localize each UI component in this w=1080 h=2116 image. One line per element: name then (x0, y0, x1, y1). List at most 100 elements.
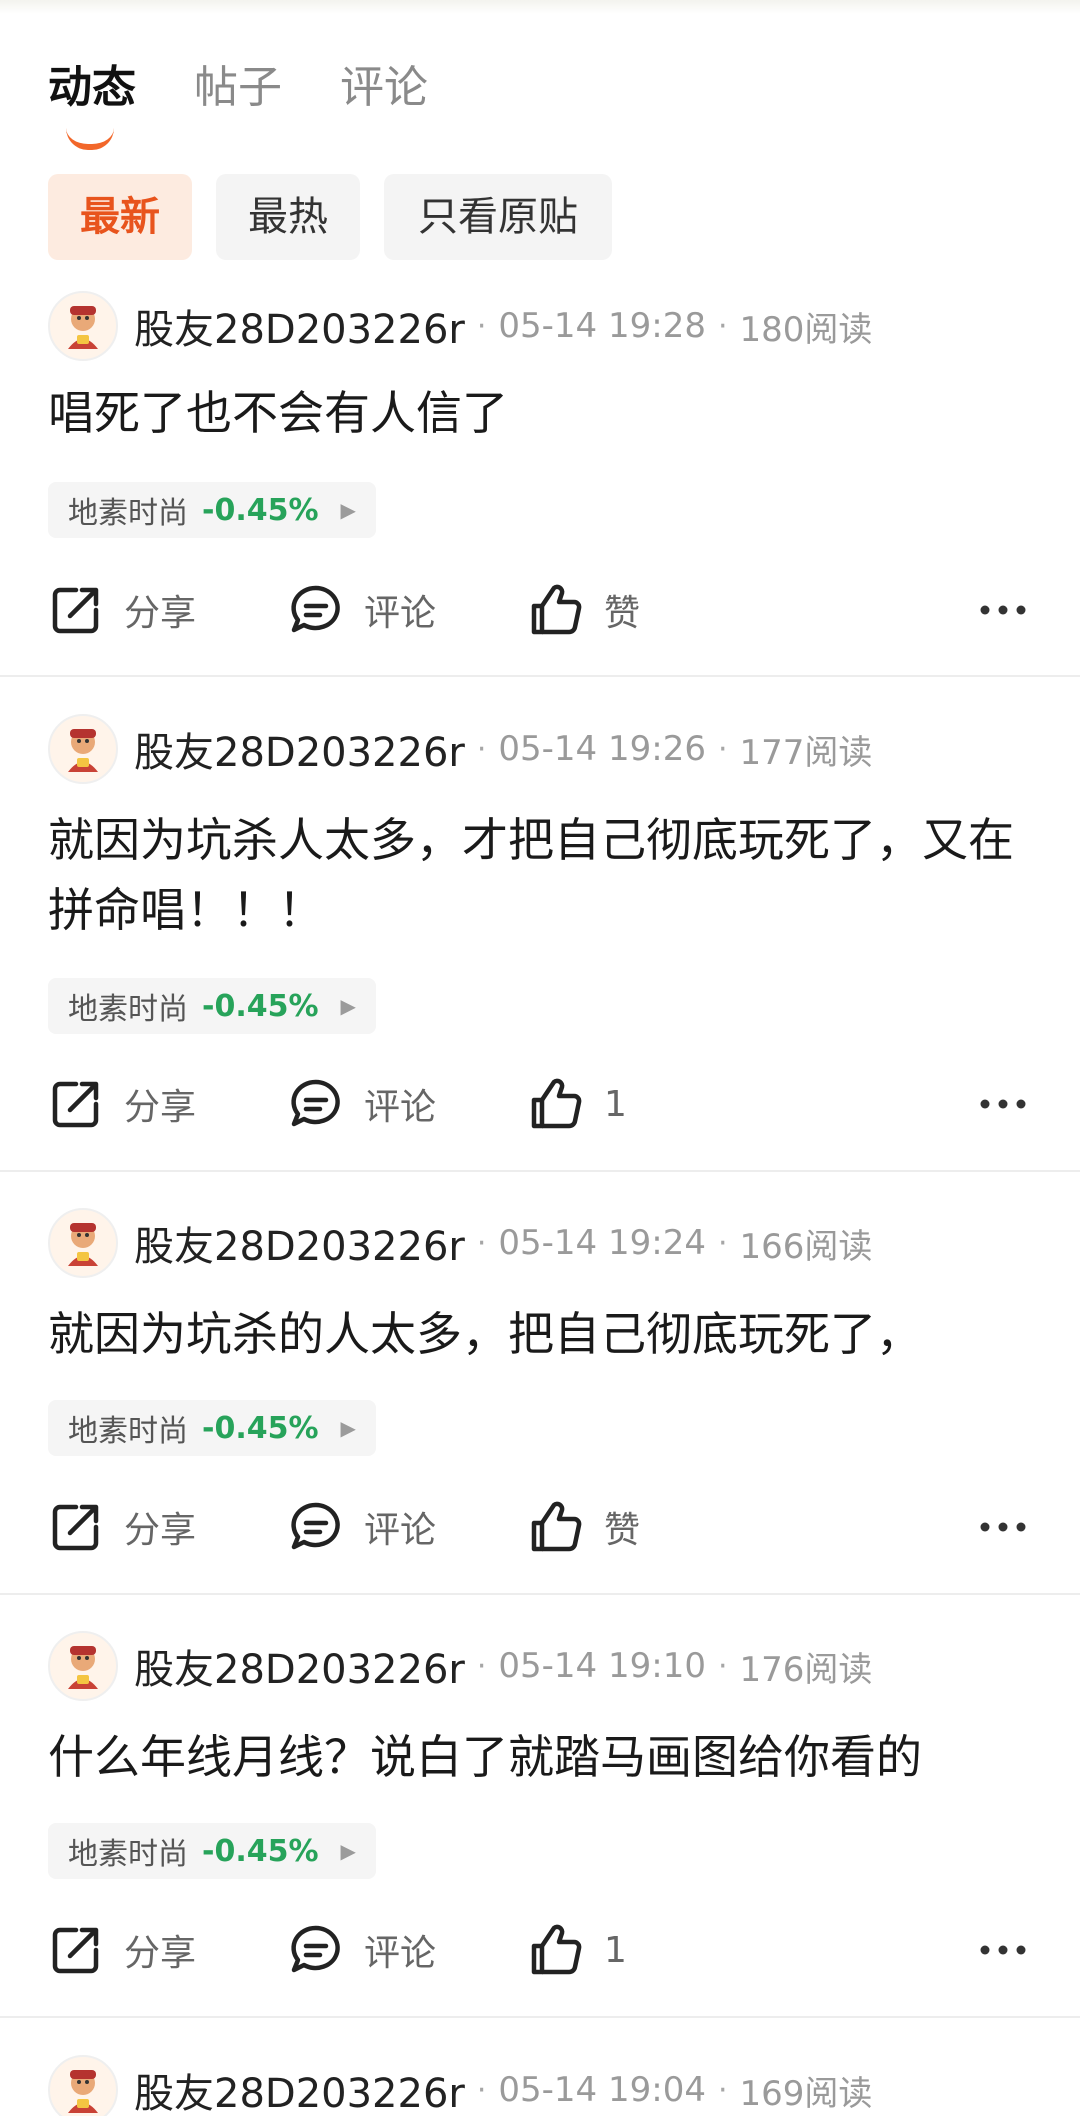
stock-name: 地素时尚 (68, 1837, 188, 1872)
post-content[interactable]: 什么年线月线？说白了就踏马画图给你看的 (48, 1722, 1038, 1792)
comment-label: 评论 (364, 1087, 437, 1128)
more-options-button[interactable] (968, 1069, 1038, 1139)
more-options-button[interactable] (968, 1915, 1038, 1985)
like-button[interactable]: 赞 (528, 575, 640, 645)
username[interactable]: 股友28D203226r (134, 720, 465, 778)
separator-dot: · (476, 308, 487, 344)
share-icon (52, 1504, 99, 1551)
more-dots-icon (980, 1099, 1026, 1109)
more-options-button[interactable] (968, 575, 1038, 645)
tab-bar: 动态 帖子 评论 (48, 52, 428, 152)
comment-label: 评论 (364, 1933, 437, 1974)
like-button[interactable]: 1 (528, 1915, 627, 1985)
separator-dot: · (476, 2072, 487, 2108)
share-icon (52, 1081, 99, 1128)
comment-label: 评论 (364, 1510, 437, 1551)
separator-dot: · (476, 1648, 487, 1684)
tab-comments[interactable]: 评论 (340, 52, 428, 152)
post-time: 05-14 19:26 (498, 729, 706, 769)
filter-original-only[interactable]: 只看原贴 (384, 174, 612, 260)
more-dots-icon (980, 1522, 1026, 1532)
comment-icon (291, 1502, 340, 1550)
divider (0, 1170, 1080, 1172)
share-label: 分享 (124, 593, 197, 634)
active-tab-indicator (66, 128, 114, 150)
post-item[interactable]: 股友28D203226r · 05-14 19:04 · 169阅读 (0, 2054, 1080, 2116)
like-button[interactable]: 1 (528, 1069, 627, 1139)
username[interactable]: 股友28D203226r (134, 1214, 465, 1272)
comment-button[interactable]: 评论 (288, 1492, 436, 1562)
username[interactable]: 股友28D203226r (134, 2061, 465, 2116)
share-icon (52, 1927, 99, 1974)
share-label: 分享 (124, 1510, 197, 1551)
divider (0, 1593, 1080, 1595)
read-count: 177阅读 (739, 732, 873, 773)
post-content[interactable]: 就因为坑杀人太多，才把自己彻底玩死了，又在拼命唱！！！ (48, 805, 1048, 945)
tab-dynamic[interactable]: 动态 (48, 52, 136, 152)
filter-latest[interactable]: 最新 (48, 174, 192, 260)
stock-change: -0.45% (202, 1833, 319, 1869)
thumbs-up-icon (531, 1924, 582, 1975)
play-arrow-icon: ▶ (340, 1416, 356, 1440)
share-label: 分享 (124, 1933, 197, 1974)
post-time: 05-14 19:24 (498, 1223, 706, 1263)
stock-tag[interactable]: 地素时尚 -0.45% ▶ (48, 1823, 376, 1879)
divider (0, 675, 1080, 677)
post-time: 05-14 19:28 (498, 306, 706, 346)
tab-label: 动态 (48, 62, 136, 113)
post-content[interactable]: 就因为坑杀的人太多，把自己彻底玩死了， (48, 1299, 1038, 1369)
stock-tag[interactable]: 地素时尚 -0.45% ▶ (48, 978, 376, 1034)
comment-icon (291, 1079, 340, 1127)
avatar[interactable] (48, 2055, 118, 2116)
comment-button[interactable]: 评论 (288, 575, 436, 645)
stock-tag[interactable]: 地素时尚 -0.45% ▶ (48, 1400, 376, 1456)
play-arrow-icon: ▶ (340, 498, 356, 522)
post-item[interactable]: 股友28D203226r · 05-14 19:10 · 176阅读 什么年线月… (0, 1630, 1080, 2016)
share-button[interactable]: 分享 (48, 1915, 196, 1985)
avatar[interactable] (48, 714, 118, 784)
username[interactable]: 股友28D203226r (134, 297, 465, 355)
post-meta: 股友28D203226r · 05-14 19:28 · 180阅读 (48, 290, 872, 362)
like-count: 1 (604, 1083, 627, 1125)
like-count: 赞 (604, 1510, 641, 1551)
share-label: 分享 (124, 1087, 197, 1128)
avatar[interactable] (48, 1631, 118, 1701)
share-icon (52, 587, 99, 634)
filter-bar: 最新 最热 只看原贴 (48, 174, 612, 260)
like-button[interactable]: 赞 (528, 1492, 640, 1562)
share-button[interactable]: 分享 (48, 575, 196, 645)
comment-button[interactable]: 评论 (288, 1069, 436, 1139)
more-dots-icon (980, 1945, 1026, 1955)
tab-posts[interactable]: 帖子 (194, 52, 282, 152)
separator-dot: · (717, 2072, 728, 2108)
more-options-button[interactable] (968, 1492, 1038, 1562)
separator-dot: · (717, 1225, 728, 1261)
thumbs-up-icon (531, 1078, 582, 1129)
share-button[interactable]: 分享 (48, 1492, 196, 1562)
read-count: 169阅读 (739, 2073, 873, 2114)
tab-label: 评论 (340, 62, 428, 113)
post-meta: 股友28D203226r · 05-14 19:26 · 177阅读 (48, 713, 872, 785)
avatar[interactable] (48, 1208, 118, 1278)
avatar[interactable] (48, 291, 118, 361)
action-bar: 分享 评论 1 (48, 1069, 1038, 1139)
play-arrow-icon: ▶ (340, 1839, 356, 1863)
play-arrow-icon: ▶ (340, 994, 356, 1018)
separator-dot: · (717, 1648, 728, 1684)
comment-button[interactable]: 评论 (288, 1915, 436, 1985)
read-count: 180阅读 (739, 309, 873, 350)
username[interactable]: 股友28D203226r (134, 1637, 465, 1695)
post-item[interactable]: 股友28D203226r · 05-14 19:24 · 166阅读 就因为坑杀… (0, 1207, 1080, 1593)
separator-dot: · (717, 308, 728, 344)
post-item[interactable]: 股友28D203226r · 05-14 19:28 · 180阅读 唱死了也不… (0, 290, 1080, 676)
post-item[interactable]: 股友28D203226r · 05-14 19:26 · 177阅读 就因为坑杀… (0, 713, 1080, 1169)
stock-tag[interactable]: 地素时尚 -0.45% ▶ (48, 482, 376, 538)
post-time: 05-14 19:04 (498, 2070, 706, 2110)
share-button[interactable]: 分享 (48, 1069, 196, 1139)
post-content[interactable]: 唱死了也不会有人信了 (48, 378, 1038, 448)
separator-dot: · (476, 731, 487, 767)
like-count: 赞 (604, 593, 641, 634)
post-meta: 股友28D203226r · 05-14 19:10 · 176阅读 (48, 1630, 872, 1702)
filter-hottest[interactable]: 最热 (216, 174, 360, 260)
action-bar: 分享 评论 赞 (48, 575, 1038, 645)
